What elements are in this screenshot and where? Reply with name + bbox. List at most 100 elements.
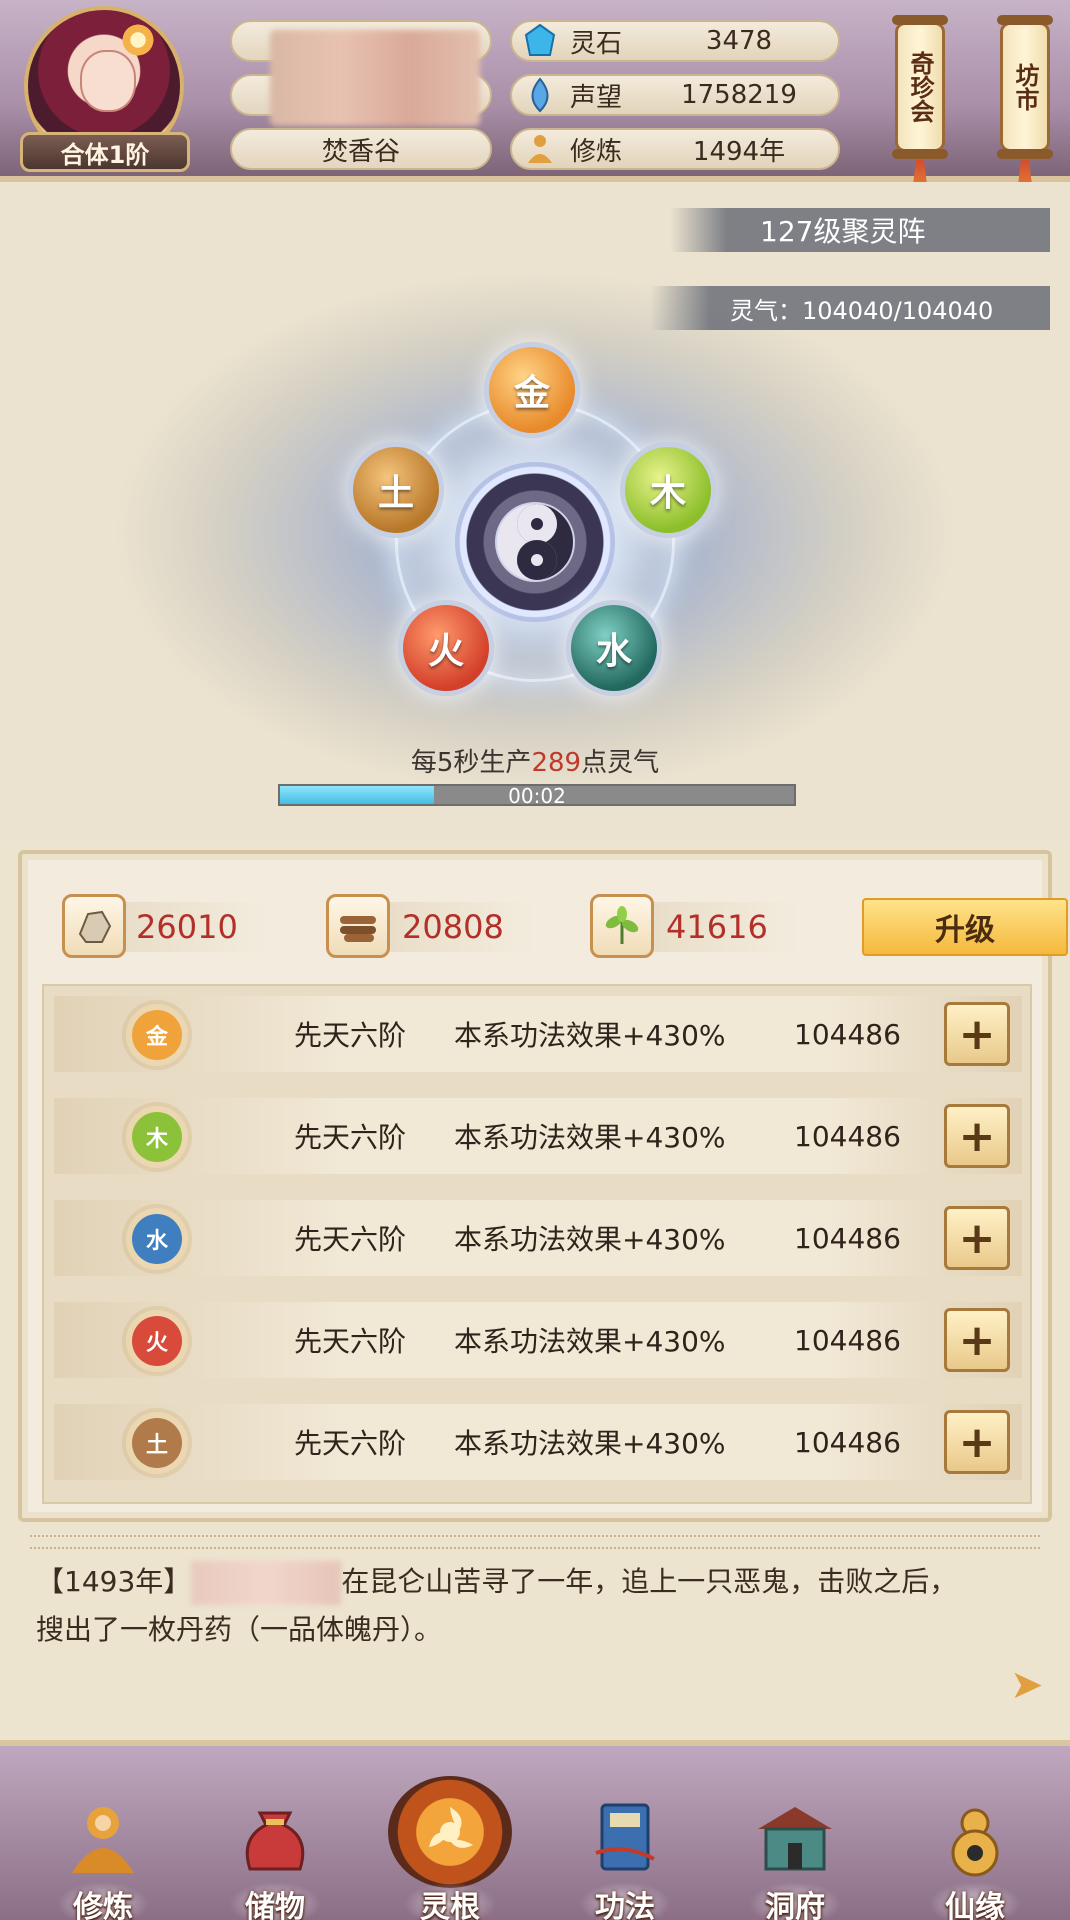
array-level-banner: 127级聚灵阵 [670, 208, 1050, 252]
log-year: 【1493年】 [36, 1565, 192, 1598]
redacted-name [270, 30, 480, 126]
treasure-auction-label: 奇珍会 [906, 51, 934, 123]
element-stage: 先天六阶 [294, 1223, 407, 1256]
nav-spirit-root[interactable]: 灵根 [375, 1776, 525, 1920]
ore-icon [62, 894, 126, 958]
element-row-earth: 土 先天六阶 本系功法效果+430% 104486 + [54, 1404, 1022, 1480]
earth-element-orb[interactable]: 土 [348, 442, 444, 538]
element-effect: 本系功法效果+430% [454, 1427, 726, 1460]
upgrade-panel: 26010 20808 41616 升级 金 先天六阶 本系功法效果+430% … [18, 850, 1068, 1522]
wood-element-orb[interactable]: 木 [620, 442, 716, 538]
redacted-name [191, 1561, 342, 1605]
cultivation-label: 修炼 [570, 136, 623, 167]
add-earth-button[interactable]: + [944, 1410, 1010, 1474]
water-element-label: 水 [595, 631, 632, 672]
arrow-right-icon[interactable]: ➤ [1010, 1665, 1050, 1705]
wood-element-label: 木 [649, 473, 686, 514]
metal-element-orb[interactable]: 金 [484, 342, 580, 438]
spirit-stone-slot: 灵石 3478 [510, 20, 840, 62]
element-value: 104486 [794, 1425, 901, 1459]
element-value: 104486 [794, 1017, 901, 1051]
production-suffix: 点灵气 [581, 748, 660, 778]
element-stage: 先天六阶 [294, 1019, 407, 1052]
fire-element-orb[interactable]: 火 [398, 600, 494, 696]
event-log: 【1493年】 在昆仑山苦寻了一年，追上一只恶鬼，击败之后， 搜出了一枚丹药（一品… [36, 1558, 1036, 1654]
nav-label: 储物 [229, 1882, 321, 1920]
element-value: 104486 [794, 1119, 901, 1153]
market-button[interactable]: 坊市 [997, 15, 1053, 159]
production-progress-bar: 00:02 [278, 784, 796, 808]
element-effect: 本系功法效果+430% [454, 1019, 726, 1052]
water-element-orb[interactable]: 水 [566, 600, 662, 696]
element-stage: 先天六阶 [294, 1325, 407, 1358]
nav-label: 灵根 [404, 1882, 496, 1920]
flower-icon [120, 22, 156, 58]
metal-element-label: 金 [513, 373, 550, 414]
wood-badge: 木 [132, 1112, 182, 1162]
element-value: 104486 [794, 1221, 901, 1255]
storage-bag-icon [225, 1788, 325, 1888]
cultivation-slot: 修炼 1494年 [510, 128, 840, 170]
prestige-label: 声望 [570, 82, 623, 113]
wood-icon [326, 894, 390, 958]
progress-timer: 00:02 [508, 784, 566, 808]
nav-label: 修炼 [57, 1882, 149, 1920]
top-bar: 合体1阶 焚香谷 灵石 3478 声望 1758219 修炼 1494年 奇珍会… [0, 0, 1070, 210]
add-wood-button[interactable]: + [944, 1104, 1010, 1168]
production-rate-text: 每5秒生产289点灵气 [0, 742, 1070, 779]
upgrade-cost-row: 26010 20808 41616 升级 [42, 894, 1068, 960]
fire-element-label: 火 [427, 631, 464, 672]
element-value: 104486 [794, 1323, 901, 1357]
meditating-monk-icon [53, 1788, 153, 1888]
element-row-wood: 木 先天六阶 本系功法效果+430% 104486 + [54, 1098, 1022, 1174]
sect-name: 焚香谷 [230, 128, 492, 170]
nav-cultivate[interactable]: 修炼 [28, 1776, 178, 1920]
earth-badge: 土 [132, 1418, 182, 1468]
element-row-metal: 金 先天六阶 本系功法效果+430% 104486 + [54, 996, 1022, 1072]
element-effect: 本系功法效果+430% [454, 1223, 726, 1256]
technique-book-icon [575, 1788, 675, 1888]
ornamental-divider [30, 1535, 1040, 1549]
element-stage: 先天六阶 [294, 1427, 407, 1460]
spirit-stone-label: 灵石 [570, 28, 623, 59]
fire-badge: 火 [132, 1316, 182, 1366]
earth-element-label: 土 [377, 473, 414, 514]
add-fire-button[interactable]: + [944, 1308, 1010, 1372]
nav-cave-dwelling[interactable]: 洞府 [720, 1776, 870, 1920]
spirit-stone-icon [520, 21, 560, 61]
bottom-nav: 修炼 储物 灵根 功法 洞府 仙缘 [0, 1740, 1070, 1920]
element-row-water: 水 先天六阶 本系功法效果+430% 104486 + [54, 1200, 1022, 1276]
prestige-value: 1758219 [681, 80, 797, 110]
element-list: 金 先天六阶 本系功法效果+430% 104486 + 木 先天六阶 本系功法效… [42, 984, 1032, 1504]
nav-immortal-fate[interactable]: 仙缘 [900, 1776, 1050, 1920]
avatar-face [80, 50, 136, 112]
element-stage: 先天六阶 [294, 1121, 407, 1154]
log-line-1: 【1493年】 在昆仑山苦寻了一年，追上一只恶鬼，击败之后， [36, 1558, 1036, 1606]
log-text: 在昆仑山苦寻了一年，追上一只恶鬼，击败之后， [341, 1565, 958, 1598]
herb-icon [590, 894, 654, 958]
treasure-auction-button[interactable]: 奇珍会 [892, 15, 948, 159]
sect-label: 焚香谷 [321, 136, 400, 167]
add-water-button[interactable]: + [944, 1206, 1010, 1270]
water-badge: 水 [132, 1214, 182, 1264]
prestige-icon [520, 75, 560, 115]
cave-dwelling-icon [745, 1788, 845, 1888]
cultivation-icon [520, 129, 560, 169]
spirit-gathering-array: 127级聚灵阵 灵气：104040/104040 金 木 水 火 土 每5秒生产… [0, 182, 1070, 842]
market-label: 坊市 [1011, 63, 1039, 111]
element-effect: 本系功法效果+430% [454, 1325, 726, 1358]
metal-badge: 金 [132, 1010, 182, 1060]
nav-label: 功法 [579, 1882, 671, 1920]
center-taiji-orb[interactable] [455, 462, 615, 622]
yin-yang-icon [495, 502, 575, 582]
nav-label: 洞府 [749, 1882, 841, 1920]
nav-storage[interactable]: 储物 [200, 1776, 350, 1920]
prestige-slot: 声望 1758219 [510, 74, 840, 116]
add-metal-button[interactable]: + [944, 1002, 1010, 1066]
realm-badge: 合体1阶 [20, 132, 190, 172]
nav-technique[interactable]: 功法 [550, 1776, 700, 1920]
element-effect: 本系功法效果+430% [454, 1121, 726, 1154]
nav-label: 仙缘 [929, 1882, 1021, 1920]
upgrade-button[interactable]: 升级 [862, 898, 1068, 956]
production-prefix: 每5秒生产 [410, 748, 532, 778]
